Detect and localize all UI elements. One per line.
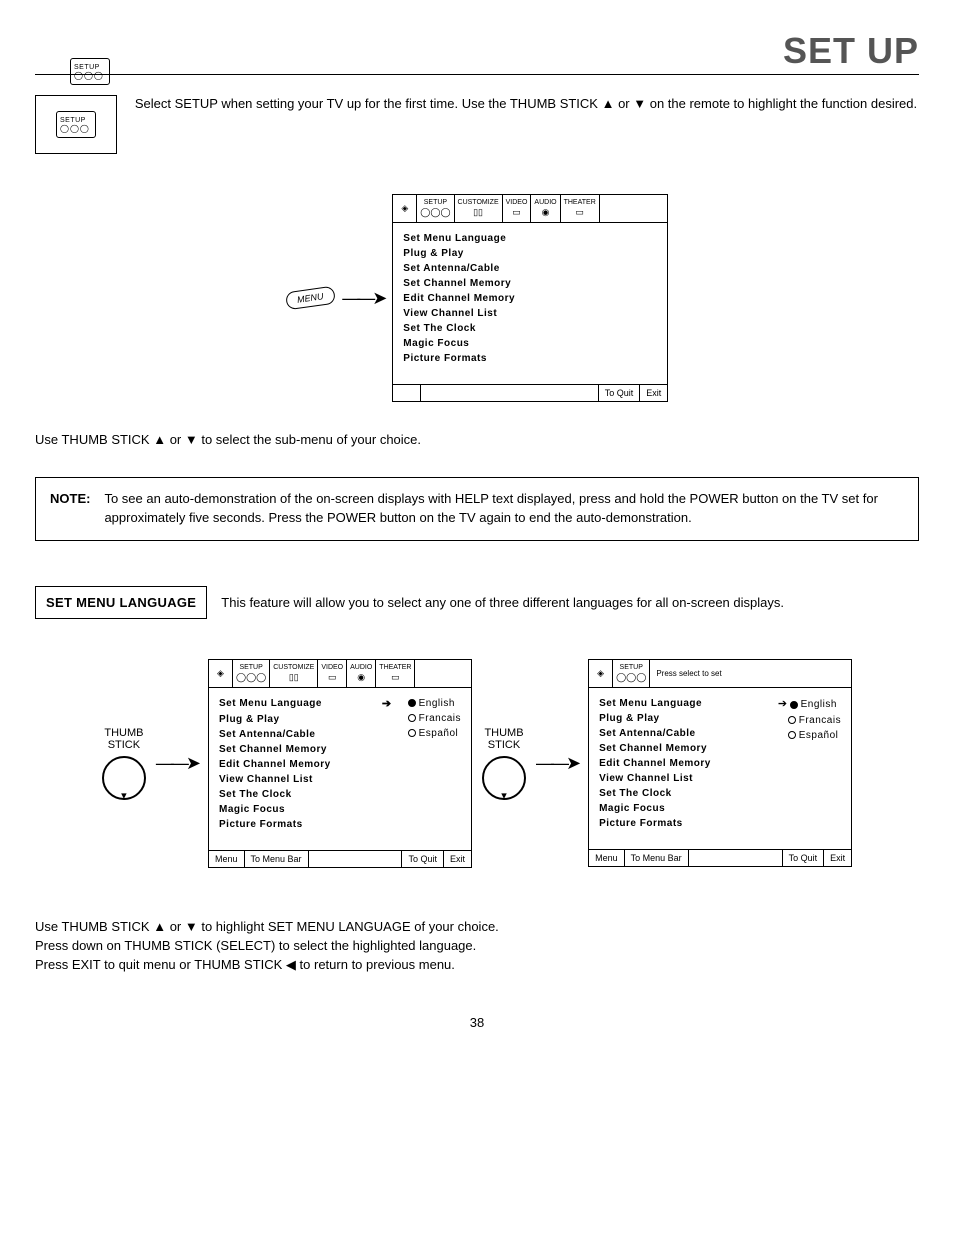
osd-item: Set Antenna/Cable xyxy=(219,727,394,742)
footer-menu: Menu xyxy=(209,851,245,867)
arrow-right-icon: ——➤ xyxy=(156,753,198,774)
footer-menubar: To Menu Bar xyxy=(625,850,689,866)
tab-video: VIDEO▭ xyxy=(503,195,532,222)
tab-theater: THEATER▭ xyxy=(561,195,600,222)
thumbstick-label-left: THUMB STICK xyxy=(102,727,146,799)
osd-item: Set Antenna/Cable xyxy=(403,261,657,276)
tab-customize: CUSTOMIZE▯▯ xyxy=(270,660,318,687)
osd-lang-2: ◈ SETUP◯◯◯ Press select to set Set Menu … xyxy=(588,659,852,867)
osd-item: Set The Clock xyxy=(599,786,764,801)
note-box: NOTE: To see an auto-demonstration of th… xyxy=(35,477,919,541)
lang-option-francais: Francais xyxy=(408,711,461,726)
thumbstick-label-right: THUMB STICK xyxy=(482,727,526,799)
lang-option-francais: Francais xyxy=(778,713,841,728)
osd-item: Edit Channel Memory xyxy=(403,291,657,306)
lang-option-english: English xyxy=(408,696,461,711)
osd-item: Plug & Play xyxy=(403,246,657,261)
section-label: SET MENU LANGUAGE xyxy=(35,586,207,619)
osd-item: Set Antenna/Cable xyxy=(599,726,764,741)
osd-item: Picture Formats xyxy=(403,351,657,366)
tab-thumbstick-icon: ◈ xyxy=(209,660,233,687)
osd-item: Picture Formats xyxy=(599,816,764,831)
tab-audio: AUDIO◉ xyxy=(347,660,376,687)
osd-item: Set The Clock xyxy=(219,787,394,802)
osd-item: Set Channel Memory xyxy=(219,742,394,757)
intro-text: Select SETUP when setting your TV up for… xyxy=(135,95,919,113)
arrow-right-icon: ——➤ xyxy=(536,753,578,774)
lang-option-espanol: Español xyxy=(778,728,841,743)
lang-option-english-selected: ➔English xyxy=(778,696,841,713)
badge-label: SETUP xyxy=(74,64,100,71)
tab-audio: AUDIO◉ xyxy=(531,195,560,222)
thumbstick-ring-icon xyxy=(482,756,526,800)
footer-exit: Exit xyxy=(640,385,667,401)
tab-setup: SETUP◯◯◯ xyxy=(233,660,270,687)
section-text: This feature will allow you to select an… xyxy=(221,595,784,610)
badge-label-2: SETUP xyxy=(60,117,86,124)
page-number: 38 xyxy=(35,1015,919,1030)
final-instructions: Use THUMB STICK ▲ or ▼ to highlight SET … xyxy=(35,918,919,975)
note-text: To see an auto-demonstration of the on-s… xyxy=(104,490,904,528)
tab-thumbstick-icon: ◈ xyxy=(393,195,417,222)
osd-item: View Channel List xyxy=(219,772,394,787)
osd-item: Set The Clock xyxy=(403,321,657,336)
sub-instruction: Use THUMB STICK ▲ or ▼ to select the sub… xyxy=(35,432,919,447)
osd-item: Plug & Play xyxy=(599,711,764,726)
footer-menubar: To Menu Bar xyxy=(245,851,309,867)
osd-item: Picture Formats xyxy=(219,817,394,832)
footer-to-quit: To Quit xyxy=(783,850,825,866)
osd-item: View Channel List xyxy=(599,771,764,786)
tab-thumbstick-icon: ◈ xyxy=(589,660,613,687)
setup-badge-box: SETUP ◯◯◯ xyxy=(35,95,117,154)
setup-badge-corner: SETUP ◯◯◯ xyxy=(70,58,110,85)
thumbstick-ring-icon xyxy=(102,756,146,800)
osd-item: Magic Focus xyxy=(219,802,394,817)
tab-video: VIDEO▭ xyxy=(318,660,347,687)
menu-button-label: MENU xyxy=(285,286,336,311)
osd-item: Edit Channel Memory xyxy=(219,757,394,772)
hint-text: Press select to set xyxy=(650,660,851,687)
page-title: SET UP xyxy=(35,30,919,75)
arrow-right-icon: ——➤ xyxy=(342,288,384,309)
osd-item: Plug & Play xyxy=(219,712,394,727)
osd-lang-1: ◈ SETUP◯◯◯ CUSTOMIZE▯▯ VIDEO▭ AUDIO◉ THE… xyxy=(208,659,472,869)
note-label: NOTE: xyxy=(50,490,90,528)
footer-to-quit: To Quit xyxy=(599,385,641,401)
osd-item: Set Menu Language xyxy=(403,231,657,246)
osd-item: Magic Focus xyxy=(403,336,657,351)
footer-exit: Exit xyxy=(444,851,471,867)
footer-exit: Exit xyxy=(824,850,851,866)
lang-option-espanol: Español xyxy=(408,726,461,741)
osd-item: Set Channel Memory xyxy=(599,741,764,756)
osd-item: View Channel List xyxy=(403,306,657,321)
osd-item: Magic Focus xyxy=(599,801,764,816)
footer-menu: Menu xyxy=(589,850,625,866)
osd-item: Set Channel Memory xyxy=(403,276,657,291)
osd-main: ◈ SETUP◯◯◯ CUSTOMIZE▯▯ VIDEO▭ AUDIO◉ THE… xyxy=(392,194,668,402)
tab-setup: SETUP◯◯◯ xyxy=(417,195,454,222)
tab-theater: THEATER▭ xyxy=(376,660,415,687)
tab-setup: SETUP◯◯◯ xyxy=(613,660,650,687)
osd-item: Set Menu Language➔ xyxy=(219,696,394,713)
tab-customize: CUSTOMIZE▯▯ xyxy=(455,195,503,222)
footer-to-quit: To Quit xyxy=(402,851,444,867)
osd-item: Edit Channel Memory xyxy=(599,756,764,771)
osd-item: Set Menu Language xyxy=(599,696,764,711)
